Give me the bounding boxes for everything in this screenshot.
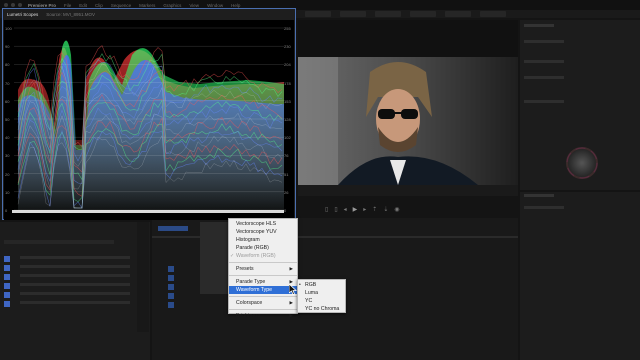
timecode-display[interactable]	[158, 226, 188, 231]
scale-label-code: 204	[284, 62, 291, 68]
mark-in-icon[interactable]: ▯	[325, 206, 328, 213]
scale-label-ire: 100	[5, 26, 12, 31]
scale-label-ire: 20	[5, 171, 10, 177]
scale-label-code: 230	[284, 44, 291, 50]
menu-file[interactable]: File	[64, 3, 71, 8]
menu-clip[interactable]: Clip	[95, 3, 103, 8]
menu-item-waveform-type[interactable]: Waveform Type▶	[229, 286, 297, 294]
submenu-arrow-icon: ▶	[289, 266, 293, 271]
workspace-tab[interactable]	[305, 11, 331, 17]
waveform-type-submenu: • RGB Luma YC YC no Chroma	[297, 279, 346, 313]
step-forward-icon[interactable]: ▸	[363, 206, 366, 213]
submenu-item-luma[interactable]: Luma	[298, 289, 345, 297]
menu-graphics[interactable]: Graphics	[163, 3, 181, 8]
scale-label-code: 255	[284, 26, 291, 31]
menu-item-brightness[interactable]: Brightness ▶	[229, 312, 297, 320]
menu-edit[interactable]: Edit	[79, 3, 87, 8]
panel-menu-background	[200, 222, 230, 294]
menu-sequence[interactable]: Sequence	[111, 3, 131, 8]
scale-label-code: 153	[284, 98, 291, 104]
menu-item-vectorscope-hls[interactable]: Vectorscope HLS	[229, 220, 297, 228]
project-panel	[0, 222, 150, 360]
menu-item-parade-type[interactable]: Parade Type ▶	[229, 278, 297, 286]
scale-label-ire: 70	[5, 80, 10, 86]
menu-item-colorspace[interactable]: Colorspace ▶	[229, 299, 297, 307]
scale-label-code: 26	[284, 189, 289, 195]
menu-separator	[229, 309, 297, 310]
scale-label-ire: 80	[5, 62, 10, 68]
submenu-arrow-icon: ▶	[289, 313, 293, 318]
workspace-tab[interactable]	[410, 11, 436, 17]
scale-label-code: 51	[284, 171, 289, 177]
scale-label-ire: 90	[5, 44, 10, 50]
workspace-tab[interactable]	[375, 11, 401, 17]
waveform-right-scale: 255 230 204 178 153 128 102 76 51 26 0	[283, 20, 294, 220]
waveform-display[interactable]: 100 90 80 70 60 50 40 30 20 10 0 255 230 204 178 153 12…	[4, 20, 294, 220]
selected-dot-icon: •	[299, 282, 301, 288]
scale-label-code: 76	[284, 153, 289, 159]
zoom-window-icon[interactable]	[18, 3, 22, 7]
menu-view[interactable]: View	[189, 3, 199, 8]
menu-item-presets[interactable]: Presets ▶	[229, 265, 297, 273]
scale-label-ire: 0	[5, 208, 8, 213]
waveform-rgb-graph	[12, 27, 284, 213]
lift-icon[interactable]: ⇡	[372, 206, 377, 213]
submenu-arrow-icon: ▶	[289, 300, 293, 305]
check-icon: ✓	[230, 253, 235, 259]
scale-label-code: 102	[284, 135, 291, 141]
menu-separator	[229, 296, 297, 297]
step-back-icon[interactable]: ◂	[344, 206, 347, 213]
tools-panel	[137, 222, 149, 332]
mark-out-icon[interactable]: ▯	[334, 206, 337, 213]
menu-item-parade-rgb[interactable]: Parade (RGB)	[229, 244, 297, 252]
scale-label-code: 0	[284, 208, 287, 213]
scale-label-ire: 40	[5, 135, 10, 141]
menu-markers[interactable]: Markers	[139, 3, 155, 8]
project-clip-icons	[4, 256, 10, 314]
scale-label-ire: 50	[5, 117, 10, 122]
minimize-window-icon[interactable]	[11, 3, 15, 7]
lumetri-scopes-panel: Lumetri Scopes Source: MVI_8951.MOV 100 …	[2, 8, 296, 220]
close-window-icon[interactable]	[4, 3, 8, 7]
menu-item-histogram[interactable]: Histogram	[229, 236, 297, 244]
menu-separator	[229, 275, 297, 276]
video-frame-image	[298, 57, 518, 185]
scale-label-ire: 60	[5, 98, 10, 104]
menu-item-waveform-rgb[interactable]: ✓ Waveform (RGB)	[229, 252, 297, 260]
export-frame-icon[interactable]: ◉	[394, 206, 399, 213]
submenu-item-rgb[interactable]: • RGB	[298, 281, 345, 289]
transport-controls: ▯ ▯ ◂ ▶ ▸ ⇡ ⇣ ◉	[325, 205, 470, 213]
workspace-tab[interactable]	[445, 11, 471, 17]
window-controls	[0, 3, 22, 7]
color-wheel-icon[interactable]	[565, 146, 599, 180]
tab-source[interactable]: Source: MVI_8951.MOV	[46, 12, 95, 17]
program-monitor-panel	[298, 20, 518, 196]
program-timebar[interactable]	[298, 185, 518, 196]
extract-icon[interactable]: ⇣	[383, 206, 388, 213]
workspace-tab[interactable]	[480, 11, 506, 17]
scale-label-ire: 10	[5, 189, 10, 195]
program-monitor-video[interactable]	[298, 57, 518, 185]
scale-label-code: 178	[284, 80, 291, 86]
scope-context-menu: Vectorscope HLS Vectorscope YUV Histogra…	[228, 218, 298, 319]
menu-separator	[229, 262, 297, 263]
lumetri-color-panel	[520, 20, 640, 190]
tab-lumetri-scopes[interactable]: Lumetri Scopes	[7, 12, 38, 17]
project-clip-list[interactable]	[20, 256, 130, 314]
menu-app-name[interactable]: Premiere Pro	[28, 3, 56, 8]
play-icon[interactable]: ▶	[353, 206, 358, 213]
mouse-cursor-icon	[289, 284, 297, 295]
effect-controls-panel	[520, 192, 640, 360]
workspace-tab[interactable]	[340, 11, 366, 17]
menu-item-vectorscope-yuv[interactable]: Vectorscope YUV	[229, 228, 297, 236]
submenu-item-yc-no-chroma[interactable]: YC no Chroma	[298, 305, 345, 313]
menu-window[interactable]: Window	[207, 3, 223, 8]
menu-help[interactable]: Help	[231, 3, 240, 8]
waveform-left-scale: 100 90 80 70 60 50 40 30 20 10 0	[4, 20, 14, 220]
submenu-item-yc[interactable]: YC	[298, 297, 345, 305]
scale-label-code: 128	[284, 117, 291, 122]
scale-label-ire: 30	[5, 153, 10, 159]
